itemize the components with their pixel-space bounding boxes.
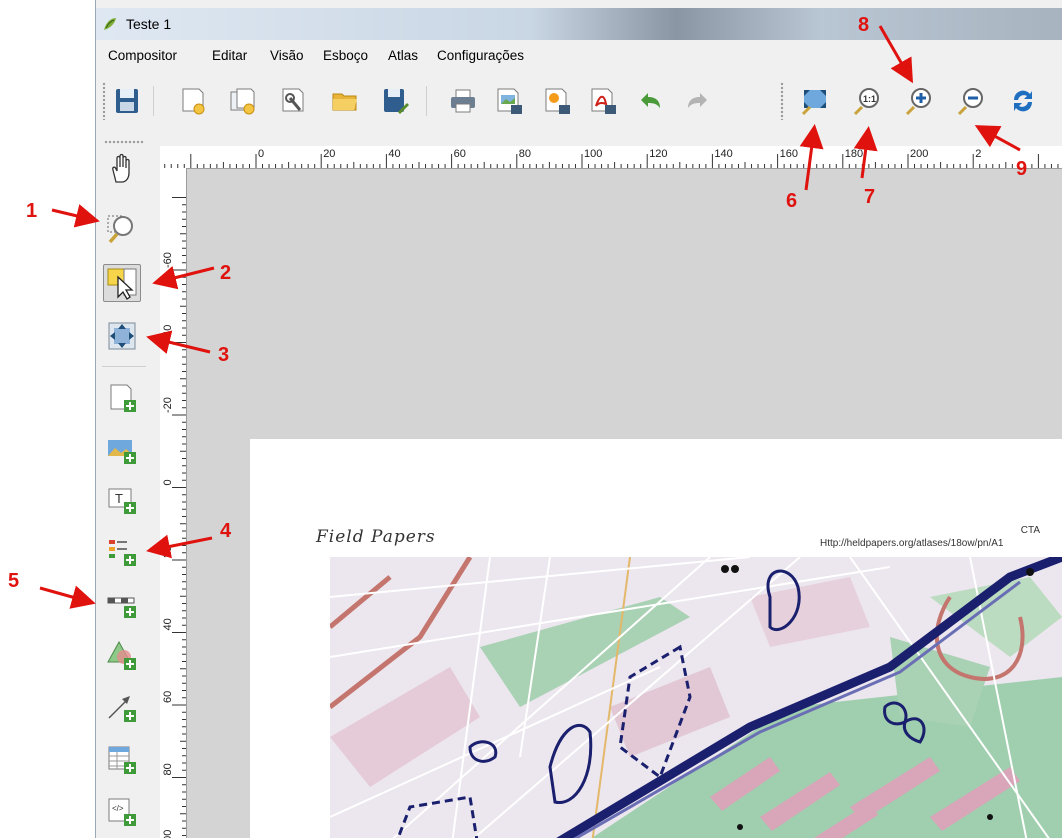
- ruler-label: 160: [780, 148, 798, 160]
- annotation-label-8: 8: [858, 14, 870, 36]
- horizontal-ruler-scale: 0 20 40 60 80 100 120 140 160 180 200 2: [164, 148, 1059, 168]
- zoom-actual-icon[interactable]: 1:1: [852, 86, 882, 116]
- add-map-icon[interactable]: [106, 382, 138, 414]
- ruler-label: 100: [584, 148, 602, 160]
- annotation-label-3: 3: [218, 344, 230, 366]
- ruler-label: -20: [162, 397, 174, 413]
- zoom-out-icon[interactable]: [956, 86, 986, 116]
- add-legend-icon[interactable]: [106, 536, 138, 568]
- ruler-label: -40: [162, 325, 174, 341]
- menu-configuracoes[interactable]: Configurações: [437, 48, 524, 63]
- save-as-template-icon[interactable]: [380, 86, 410, 116]
- ruler-label: 60: [162, 691, 174, 703]
- annotation-label-9: 9: [1016, 158, 1028, 180]
- menu-visao[interactable]: Visão: [270, 48, 304, 63]
- menu-esboco[interactable]: Esboço: [323, 48, 368, 63]
- main-toolbar: 1:1: [96, 72, 1062, 134]
- title-bar: Teste 1: [96, 8, 1062, 40]
- add-scalebar-icon[interactable]: [106, 588, 138, 620]
- horizontal-ruler: 0 20 40 60 80 100 120 140 160 180 200 2: [160, 146, 1062, 169]
- ruler-label: 60: [454, 148, 466, 160]
- duplicate-composer-icon[interactable]: [228, 86, 258, 116]
- zoom-tool-icon[interactable]: [106, 212, 138, 244]
- vertical-ruler: -60 -40 -20 0 20 40 60 80 100: [160, 168, 187, 838]
- vertical-ruler-scale: -60 -40 -20 0 20 40 60 80 100: [162, 197, 186, 838]
- annotation-label-5: 5: [8, 570, 20, 592]
- annotation-label-2: 2: [220, 262, 232, 284]
- add-label-icon[interactable]: T: [106, 484, 138, 516]
- ruler-label: 180: [845, 148, 863, 160]
- toolbar-separator: [102, 366, 146, 367]
- ruler-label: 140: [714, 148, 732, 160]
- add-html-frame-icon[interactable]: </>: [106, 796, 138, 828]
- new-composer-icon[interactable]: [178, 86, 208, 116]
- export-pdf-icon[interactable]: [588, 86, 618, 116]
- map-item[interactable]: [330, 557, 1062, 838]
- menu-editar[interactable]: Editar: [212, 48, 247, 63]
- select-move-item-button[interactable]: [103, 264, 141, 302]
- ruler-label: 40: [388, 148, 400, 160]
- ruler-label: 80: [162, 763, 174, 775]
- select-move-icon: [107, 268, 137, 300]
- ruler-label: 80: [519, 148, 531, 160]
- zoom-in-icon[interactable]: [904, 86, 934, 116]
- svg-text:T: T: [115, 491, 123, 506]
- ruler-label: 2: [975, 148, 981, 160]
- ruler-label: 120: [649, 148, 667, 160]
- undo-icon[interactable]: [636, 86, 666, 116]
- ruler-label: 0: [162, 479, 174, 485]
- menu-bar: Compositor Editar Visão Esboço Atlas Con…: [96, 40, 1062, 73]
- ruler-label: 100: [162, 830, 174, 838]
- page-sheet[interactable]: Field Papers CTA Http://heldpapers.org/a…: [250, 439, 1062, 838]
- toolbar-separator: [153, 86, 154, 116]
- menu-compositor[interactable]: Compositor: [108, 48, 177, 63]
- annotation-arrow-5: [39, 585, 96, 609]
- add-shape-icon[interactable]: [106, 640, 138, 672]
- annotation-label-6: 6: [786, 190, 798, 212]
- page-code: CTA: [1020, 525, 1040, 536]
- composer-canvas[interactable]: Field Papers CTA Http://heldpapers.org/a…: [187, 169, 1062, 838]
- window-title: Teste 1: [126, 16, 172, 32]
- left-toolbar: T </>: [96, 134, 159, 838]
- add-image-icon[interactable]: [106, 434, 138, 466]
- annotation-label-1: 1: [26, 200, 38, 222]
- map-image: [330, 557, 1062, 838]
- page-title: Field Papers: [316, 527, 436, 547]
- open-folder-icon[interactable]: [330, 86, 360, 116]
- svg-text:</>: </>: [112, 804, 124, 813]
- toolbar-grip[interactable]: [780, 82, 784, 120]
- ruler-label: 20: [323, 148, 335, 160]
- annotation-label-4: 4: [220, 520, 232, 542]
- move-content-icon[interactable]: [106, 320, 138, 352]
- ruler-label: -60: [162, 252, 174, 268]
- page-url: Http://heldpapers.org/atlases/18ow/pn/A1: [820, 538, 1004, 549]
- svg-text:1:1: 1:1: [863, 94, 876, 104]
- refresh-icon[interactable]: [1008, 86, 1038, 116]
- ruler-label: 200: [910, 148, 928, 160]
- print-icon[interactable]: [448, 86, 478, 116]
- toolbar-grip[interactable]: [102, 82, 106, 120]
- menu-atlas[interactable]: Atlas: [388, 48, 418, 63]
- zoom-full-icon[interactable]: [800, 86, 830, 116]
- ruler-label: 20: [162, 546, 174, 558]
- toolbar-separator: [426, 86, 427, 116]
- ruler-label: 40: [162, 618, 174, 630]
- export-image-icon[interactable]: [494, 86, 524, 116]
- annotation-arrow-1: [51, 204, 100, 228]
- pan-hand-icon[interactable]: [106, 152, 138, 184]
- qgis-logo-icon: [104, 18, 116, 30]
- export-svg-icon[interactable]: [542, 86, 572, 116]
- annotation-label-7: 7: [864, 186, 876, 208]
- add-table-icon[interactable]: [106, 744, 138, 776]
- redo-icon[interactable]: [682, 86, 712, 116]
- composer-manager-icon[interactable]: [278, 86, 308, 116]
- ruler-label: 0: [258, 148, 264, 160]
- toolbar-grip[interactable]: [104, 140, 144, 144]
- add-arrow-icon[interactable]: [106, 692, 138, 724]
- save-icon[interactable]: [112, 86, 142, 116]
